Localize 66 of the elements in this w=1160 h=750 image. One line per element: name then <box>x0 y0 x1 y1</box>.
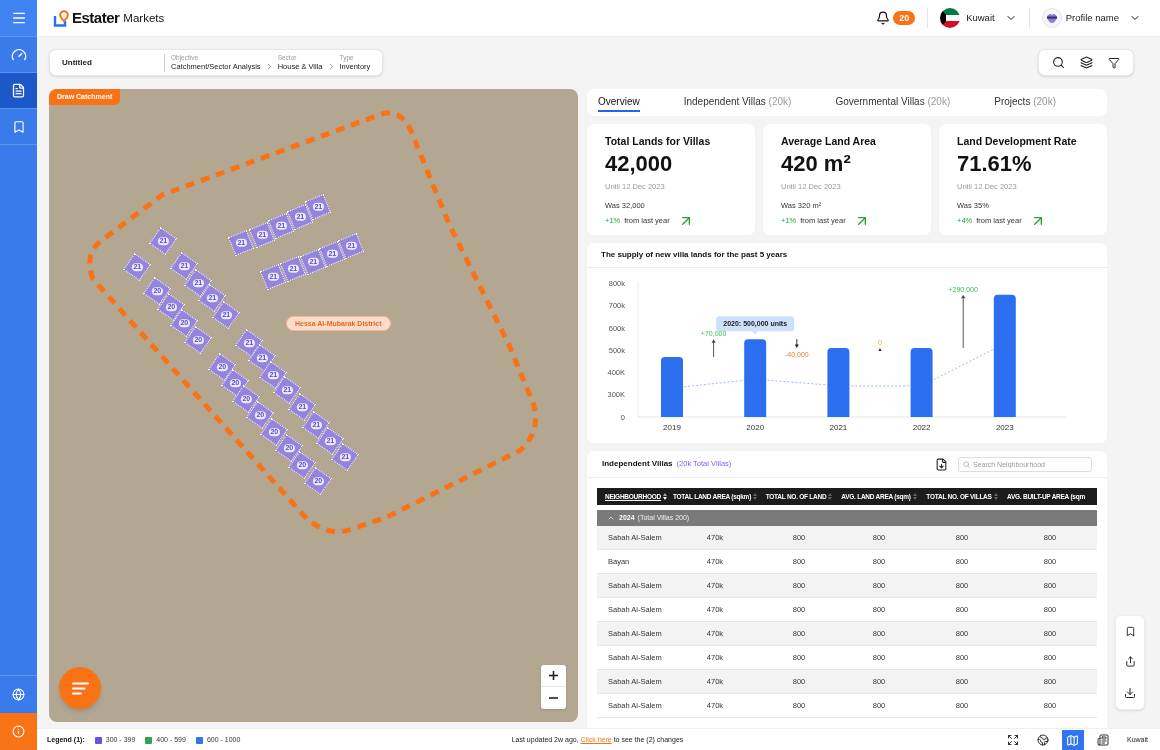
document-icon <box>1097 734 1109 746</box>
up-arrow <box>961 294 966 349</box>
bookmark-button[interactable] <box>1124 625 1136 637</box>
fullscreen-icon <box>1007 734 1019 746</box>
map-icon <box>1066 733 1080 747</box>
chart-bar <box>910 348 933 417</box>
country-selector[interactable]: Kuwait <box>940 8 1017 28</box>
x-axis-label: 2022 <box>912 423 931 432</box>
download-button[interactable] <box>1124 687 1136 700</box>
kpi-value: 42,000 <box>605 151 674 177</box>
kpi-title: Total Lands for Villas <box>605 135 712 148</box>
bookmark-icon <box>11 119 26 134</box>
info-icon <box>12 725 25 738</box>
tab[interactable]: Overview <box>598 93 640 112</box>
search-button[interactable] <box>1052 56 1066 69</box>
share-button[interactable] <box>1124 656 1136 668</box>
layers-icon <box>1080 56 1093 69</box>
project-title: Untitled <box>61 56 93 69</box>
x-axis-label: 2021 <box>829 423 848 432</box>
bell-icon <box>876 11 891 25</box>
tab[interactable]: Independent Villas (20k) <box>683 93 792 112</box>
file-download-icon <box>935 457 948 471</box>
menu-button[interactable] <box>0 0 37 37</box>
dashboard-icon <box>10 46 27 63</box>
kpi-value: 71.61% <box>957 151 1033 177</box>
down-arrow <box>794 338 799 349</box>
notification-count: 20 <box>893 11 916 25</box>
kpi-title: Land Development Rate <box>957 135 1078 148</box>
sidebar-item[interactable] <box>0 73 37 109</box>
filter-button[interactable] <box>1107 56 1120 69</box>
layers-button[interactable] <box>1080 56 1093 69</box>
flag-icon <box>940 8 961 28</box>
up-arrow <box>711 339 716 358</box>
share-icon <box>1124 656 1136 668</box>
table-title: Independent Villas <box>602 458 673 470</box>
tab[interactable]: Projects (20k) <box>994 93 1056 112</box>
x-axis-label: 2019 <box>663 423 681 432</box>
globe-icon <box>1037 734 1049 746</box>
brand-name: Estater <box>72 7 120 28</box>
search-icon <box>1052 56 1066 69</box>
profile-menu[interactable]: Profile name <box>1041 8 1141 28</box>
download-icon <box>1124 687 1136 700</box>
menu-icon <box>10 10 27 26</box>
triangle-marker <box>878 348 882 352</box>
minus-icon <box>549 697 558 699</box>
x-axis-label: 2020 <box>746 423 765 432</box>
export-button[interactable] <box>935 457 948 471</box>
list-icon <box>71 681 89 695</box>
x-axis-label: 2023 <box>995 423 1014 432</box>
search-icon <box>963 460 970 468</box>
kpi-value: 420 m² <box>781 151 852 177</box>
document-icon <box>11 83 26 98</box>
filter-icon <box>1107 56 1120 69</box>
product-name: Markets <box>123 11 165 27</box>
tab[interactable]: Governmental Villas (20k) <box>835 93 951 112</box>
bookmark-icon <box>1124 625 1136 637</box>
globe-icon <box>12 688 25 701</box>
menu-fab[interactable] <box>59 667 101 709</box>
notifications-button[interactable] <box>876 11 891 25</box>
plus-icon <box>549 671 558 680</box>
chart-title: The supply of new villa lands for the past 5 years <box>601 249 788 261</box>
chart-bar <box>661 356 683 417</box>
kpi-title: Average Land Area <box>781 135 877 148</box>
logo-icon <box>53 9 69 27</box>
chart-bar <box>827 348 850 417</box>
avatar-icon <box>1041 8 1062 28</box>
